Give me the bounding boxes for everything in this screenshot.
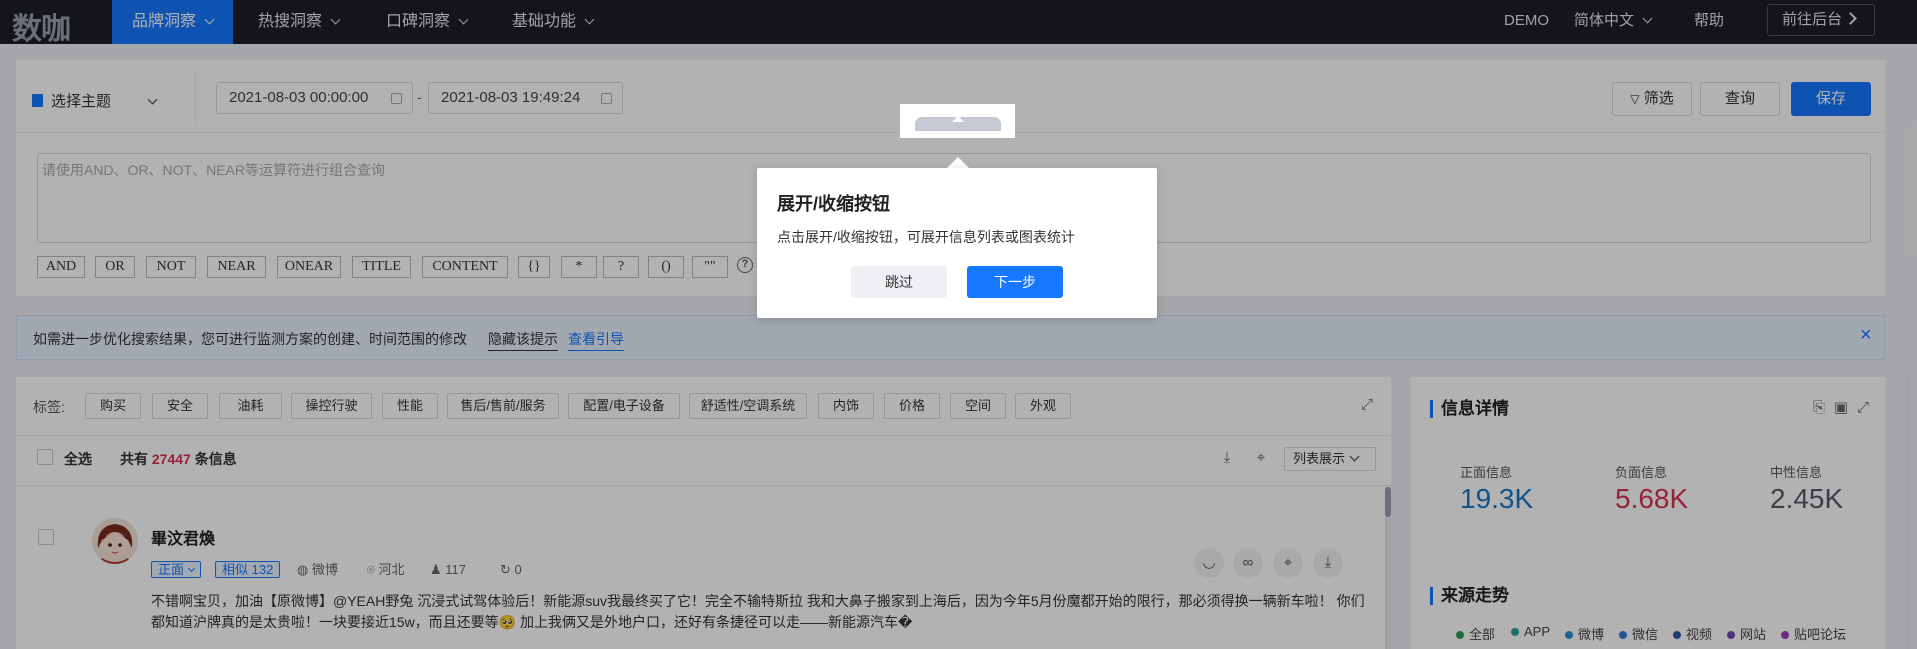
chevron-up-icon xyxy=(952,116,964,122)
tour-title: 展开/收缩按钮 xyxy=(777,194,891,214)
tour-description: 点击展开/收缩按钮，可展开信息列表或图表统计 xyxy=(777,229,1075,245)
next-step-button[interactable]: 下一步 xyxy=(967,266,1063,298)
skip-button[interactable]: 跳过 xyxy=(851,266,947,298)
popover-arrow xyxy=(947,157,969,168)
tour-overlay[interactable] xyxy=(0,0,1917,649)
